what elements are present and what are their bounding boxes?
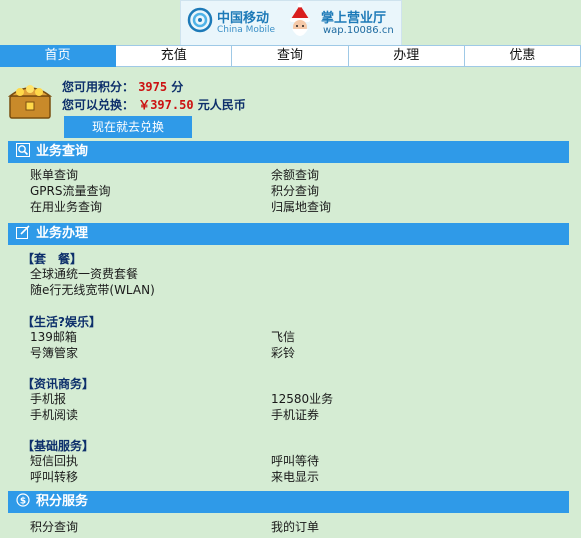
link-bill-query[interactable]: 账单查询 xyxy=(30,167,78,183)
section-header-query: 业务查询 xyxy=(8,141,569,163)
china-mobile-banner: 中国移动 China Mobile 掌上营业厅 wap.10086.cn xyxy=(180,0,402,46)
link-12580[interactable]: 12580业务 xyxy=(271,391,333,407)
link-contacts-manager[interactable]: 号簿管家 xyxy=(30,345,78,361)
brand-name-en: China Mobile xyxy=(217,25,276,35)
link-call-waiting[interactable]: 呼叫等待 xyxy=(271,453,319,469)
section-title-points-service: 积分服务 xyxy=(36,494,89,509)
tab-recharge[interactable]: 充值 xyxy=(116,45,233,67)
tab-home[interactable]: 首页 xyxy=(0,45,117,67)
link-mobile-securities[interactable]: 手机证券 xyxy=(271,407,319,423)
treasure-chest-icon xyxy=(8,85,52,119)
link-mobile-reading[interactable]: 手机阅读 xyxy=(30,407,78,423)
link-wlan[interactable]: 随e行无线宽带(WLAN) xyxy=(30,282,155,298)
category-plans: 【套 餐】 xyxy=(22,252,83,266)
section-header-handle: 业务办理 xyxy=(8,223,569,245)
section-header-points-service: $ 积分服务 xyxy=(8,491,569,513)
link-points-inquiry[interactable]: 积分查询 xyxy=(30,519,78,535)
available-points-label: 您可用积分： xyxy=(62,80,135,94)
available-points-value: 3975 xyxy=(138,80,168,94)
available-points-line: 您可用积分： 3975 分 xyxy=(62,78,183,95)
section-title-handle: 业务办理 xyxy=(36,226,89,241)
magnifier-icon xyxy=(16,143,30,157)
link-points-query[interactable]: 积分查询 xyxy=(271,183,319,199)
tab-offers[interactable]: 优惠 xyxy=(464,45,581,67)
edit-icon xyxy=(16,225,30,239)
palace-title: 掌上营业厅 xyxy=(321,11,387,26)
category-info-business: 【资讯商务】 xyxy=(22,377,95,391)
link-caller-id[interactable]: 来电显示 xyxy=(271,469,319,485)
link-gprs-query[interactable]: GPRS流量查询 xyxy=(30,183,111,199)
category-basic-services: 【基础服务】 xyxy=(22,439,95,453)
points-summary: 您可用积分： 3975 分 您可以兑换： ￥397.50 元人民币 现在就去兑换 xyxy=(0,74,581,140)
link-sms-receipt[interactable]: 短信回执 xyxy=(30,453,78,469)
exchange-label: 您可以兑换： xyxy=(62,98,135,112)
link-active-services-query[interactable]: 在用业务查询 xyxy=(30,199,102,215)
link-my-orders[interactable]: 我的订单 xyxy=(271,519,319,535)
svg-text:$: $ xyxy=(20,497,26,507)
tab-query[interactable]: 查询 xyxy=(232,45,349,67)
link-balance-query[interactable]: 余额查询 xyxy=(271,167,319,183)
tab-handle[interactable]: 办理 xyxy=(348,45,465,67)
redeem-now-button[interactable]: 现在就去兑换 xyxy=(64,116,192,138)
section-title-query: 业务查询 xyxy=(36,144,89,159)
exchange-unit: 元人民币 xyxy=(197,98,246,112)
exchange-value: ￥397.50 xyxy=(138,98,194,112)
china-mobile-logo-icon xyxy=(187,7,213,33)
link-ringback[interactable]: 彩铃 xyxy=(271,345,295,361)
link-mobile-news[interactable]: 手机报 xyxy=(30,391,66,407)
link-location-query[interactable]: 归属地查询 xyxy=(271,199,331,215)
points-coin-icon: $ xyxy=(16,493,30,507)
santa-icon xyxy=(290,3,310,36)
link-call-forwarding[interactable]: 呼叫转移 xyxy=(30,469,78,485)
brand-name-cn: 中国移动 xyxy=(217,11,270,26)
palace-url[interactable]: wap.10086.cn xyxy=(323,25,394,36)
main-nav: 首页 充值 查询 办理 优惠 xyxy=(0,45,581,67)
link-global-plan[interactable]: 全球通统一资费套餐 xyxy=(30,266,138,282)
link-fetion[interactable]: 飞信 xyxy=(271,329,295,345)
link-139-mail[interactable]: 139邮箱 xyxy=(30,329,77,345)
available-points-unit: 分 xyxy=(171,80,184,94)
category-life-entertainment: 【生活?娱乐】 xyxy=(22,315,101,329)
exchange-value-line: 您可以兑换： ￥397.50 元人民币 xyxy=(62,96,246,113)
